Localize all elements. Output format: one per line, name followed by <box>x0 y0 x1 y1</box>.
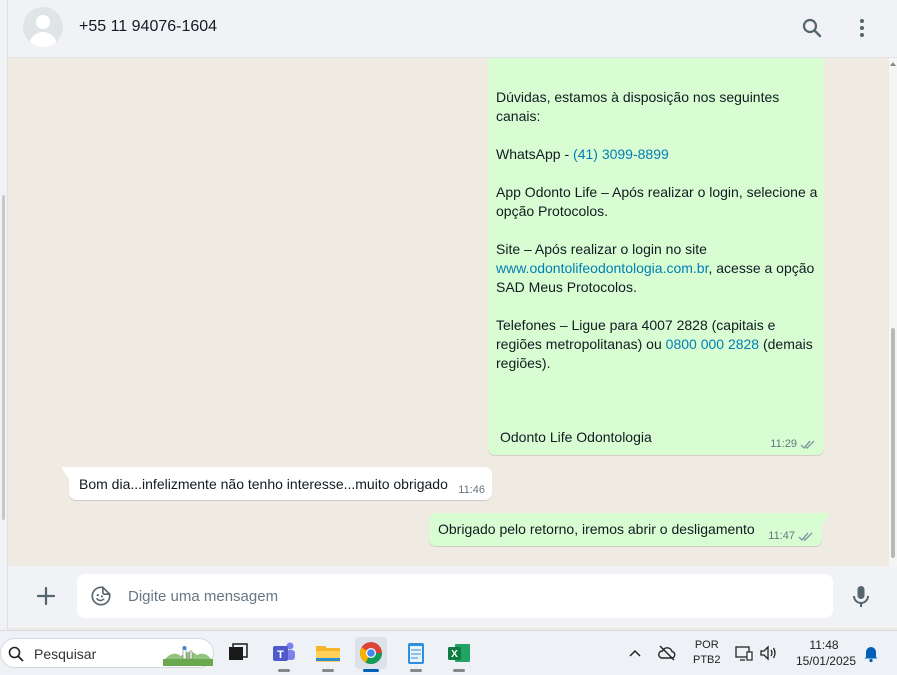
message-meta: 11:29 <box>770 438 816 450</box>
website-link[interactable]: www.odontolifeodontologia.com.br <box>496 260 708 276</box>
running-indicator <box>453 669 465 672</box>
volume-icon[interactable] <box>758 643 778 663</box>
cloud-offline-icon[interactable] <box>657 643 677 663</box>
running-indicator <box>278 669 290 672</box>
microphone-icon[interactable] <box>849 584 873 610</box>
phone-link[interactable]: 0800 000 2828 <box>666 336 759 352</box>
message-text: Bom dia...infelizmente não tenho interes… <box>79 476 448 492</box>
file-explorer-icon[interactable] <box>312 637 344 672</box>
left-panel-edge <box>0 0 8 630</box>
message-outgoing[interactable]: Obrigado pelo retorno, iremos abrir o de… <box>429 513 830 546</box>
message-text: Obrigado pelo retorno, iremos abrir o de… <box>438 521 755 537</box>
avatar-head-shape <box>36 15 50 29</box>
scroll-thumb[interactable] <box>891 328 895 558</box>
keyboard-layout: PTB2 <box>693 654 721 666</box>
scroll-up-icon[interactable] <box>890 62 896 66</box>
message-protocol-info[interactable]: Dúvidas, estamos à disposição nos seguin… <box>488 58 824 455</box>
phone-link[interactable]: (41) 3099-8899 <box>573 146 669 162</box>
message-meta: 11:46 <box>458 484 485 496</box>
chat-header: +55 11 94076-1604 <box>8 0 897 58</box>
message-paragraph: Site – Após realizar o login no site www… <box>496 241 815 295</box>
chat-scrollbar[interactable] <box>889 58 897 566</box>
double-check-icon <box>800 440 815 449</box>
message-paragraph: App Odonto Life – Após realizar o login,… <box>496 184 818 219</box>
message-paragraph: Dúvidas, estamos à disposição nos seguin… <box>496 89 780 124</box>
message-time: 11:29 <box>770 438 797 450</box>
clock-date: 15/01/2025 <box>795 654 856 668</box>
excel-icon[interactable]: X <box>443 637 475 672</box>
message-input[interactable] <box>128 574 818 618</box>
input-language[interactable]: POR PTB2 <box>693 638 721 668</box>
left-scrollbar[interactable] <box>2 195 5 520</box>
message-input-box[interactable] <box>77 574 833 618</box>
search-icon <box>8 646 24 662</box>
teams-icon[interactable]: T <box>268 637 300 672</box>
message-body: Dúvidas, estamos à disposição nos seguin… <box>496 88 818 373</box>
double-check-icon <box>798 532 813 541</box>
avatar[interactable] <box>23 7 63 47</box>
svg-text:T: T <box>277 649 284 661</box>
taskbar-search[interactable]: Pesquisar <box>0 638 214 668</box>
search-icon[interactable] <box>800 16 824 40</box>
message-meta: 11:47 <box>768 530 814 542</box>
message-paragraph: Telefones – Ligue para 4007 2828 (capita… <box>496 317 813 371</box>
message-incoming[interactable]: Bom dia...infelizmente não tenho interes… <box>61 467 492 500</box>
search-highlight-icon <box>163 646 213 666</box>
chevron-up-icon[interactable] <box>625 643 645 663</box>
task-view-icon[interactable] <box>222 637 254 669</box>
bubble-tail <box>822 513 830 525</box>
active-indicator <box>363 669 379 672</box>
contact-name[interactable]: +55 11 94076-1604 <box>79 18 217 36</box>
message-paragraph: WhatsApp - (41) 3099-8899 <box>496 146 669 162</box>
notepad-icon[interactable] <box>400 637 432 672</box>
svg-text:X: X <box>451 649 458 660</box>
message-time: 11:46 <box>458 484 485 496</box>
avatar-body-shape <box>29 32 57 47</box>
taskbar-search-label: Pesquisar <box>34 646 97 662</box>
message-composer <box>8 566 897 628</box>
network-icon[interactable] <box>734 643 754 663</box>
bubble-tail <box>61 467 69 479</box>
running-indicator <box>410 669 422 672</box>
plus-icon[interactable] <box>34 584 58 608</box>
message-time: 11:47 <box>768 530 795 542</box>
sticker-icon[interactable] <box>90 585 112 607</box>
windows-taskbar: Pesquisar T X POR PTB2 11:48 15/01/2025 <box>0 630 897 675</box>
chrome-icon[interactable] <box>355 637 387 672</box>
running-indicator <box>322 669 334 672</box>
language-code: POR <box>694 639 719 651</box>
notification-bell-icon[interactable] <box>861 643 881 663</box>
message-signature: Odonto Life Odontologia <box>500 429 652 445</box>
message-list[interactable]: Dúvidas, estamos à disposição nos seguin… <box>8 58 889 566</box>
clock-time: 11:48 <box>809 638 839 652</box>
system-clock[interactable]: 11:48 15/01/2025 <box>792 637 856 669</box>
menu-icon[interactable] <box>850 16 874 40</box>
